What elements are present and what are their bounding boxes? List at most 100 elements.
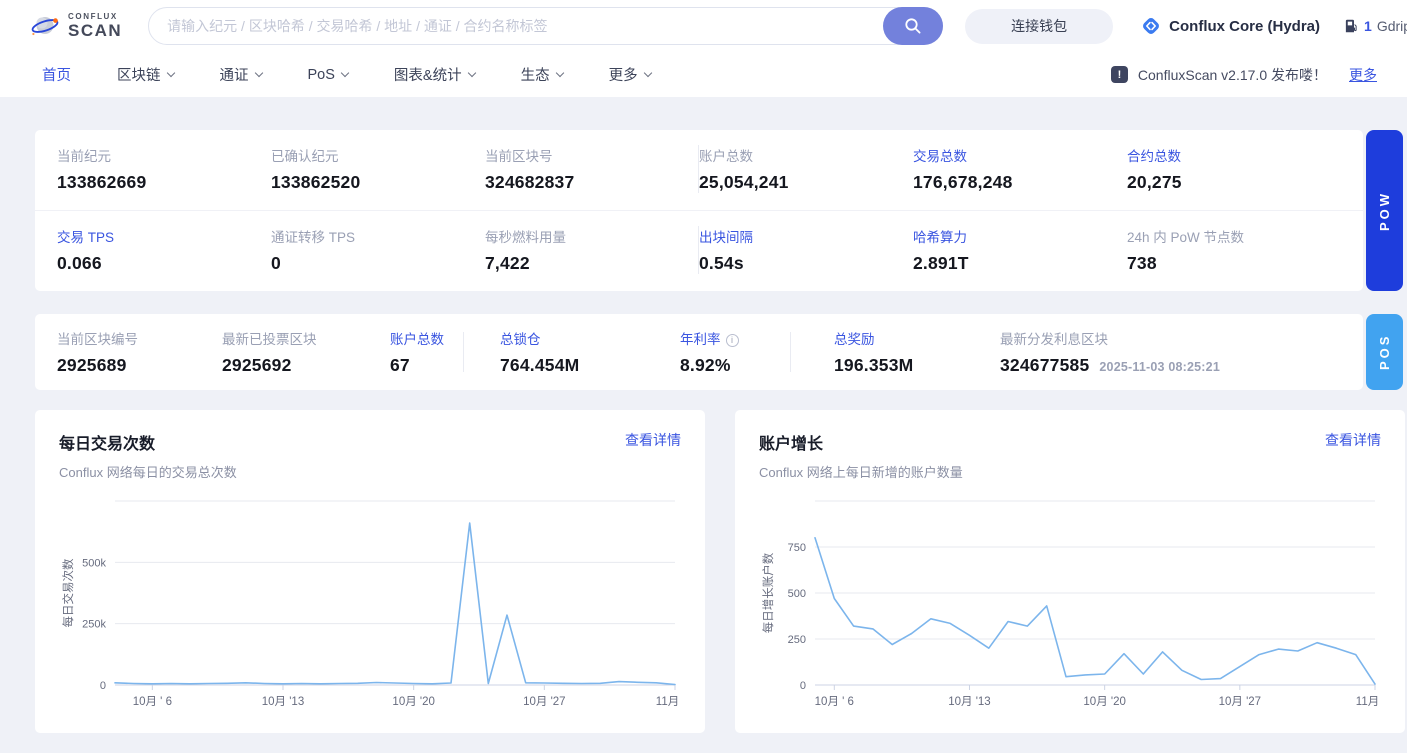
chart-title: 账户增长 — [759, 436, 824, 453]
chart-subtitle: Conflux 网络每日的交易总次数 — [59, 465, 237, 480]
nav-item-more[interactable]: 更多 — [609, 64, 652, 85]
nav-item-tokens[interactable]: 通证 — [220, 64, 263, 85]
gas-pump-icon — [1345, 19, 1357, 33]
svg-text:10月 '20: 10月 '20 — [392, 696, 434, 708]
search-button[interactable] — [883, 7, 944, 45]
pow-panel: 当前纪元 133862669 已确认纪元 133862520 当前区块号 324… — [35, 130, 1403, 291]
announcement: ! ConfluxScan v2.17.0 发布喽！ 更多 — [1110, 65, 1377, 85]
brand-text: CONFLUX SCAN — [68, 12, 123, 40]
nav-item-home[interactable]: 首页 — [42, 64, 71, 85]
chart-header: 每日交易次数 Conflux 网络每日的交易总次数 查看详情 — [59, 430, 681, 481]
view-details-link[interactable]: 查看详情 — [1325, 430, 1381, 450]
svg-text:250: 250 — [788, 634, 806, 646]
stat-current-block-number: 当前区块号 324682837 — [485, 145, 699, 193]
stat-pos-total-rewards: 总奖励 196.353M — [834, 332, 914, 375]
view-details-link[interactable]: 查看详情 — [625, 430, 681, 450]
network-label: Conflux Core (Hydra) — [1169, 17, 1321, 35]
stat-token-transfer-tps: 通证转移 TPS 0 — [271, 230, 356, 273]
announcement-icon: ! — [1110, 66, 1128, 83]
network-selector[interactable]: Conflux Core (Hydra) — [1141, 16, 1320, 36]
chevron-down-icon — [467, 68, 476, 78]
pos-stats-row: 当前区块编号 2925689 最新已投票区块 2925692 账户总数 67 总… — [35, 314, 1363, 390]
header-top: CONFLUX SCAN 连接钱包 Conflux Core (Hydra) — [0, 0, 1407, 52]
stat-gas-per-second: 每秒燃料用量 7,422 — [485, 226, 699, 274]
charts-row: 每日交易次数 Conflux 网络每日的交易总次数 查看详情 0 250k 500k… — [35, 410, 1405, 733]
daily-transactions-chart: 0 250k 500k 每日交易次数 10月 ' 6 10月 '13 10月 '20 10月 … — [59, 495, 694, 738]
stat-pos-last-interest-block: 最新分发利息区块 324677585 2025-11-03 08:25:21 — [1000, 332, 1220, 375]
pos-tab[interactable]: POS — [1366, 314, 1403, 390]
svg-text:每日增长账户数: 每日增长账户数 — [761, 552, 775, 633]
nav-item-pos[interactable]: PoS — [308, 67, 350, 83]
stat-total-accounts: 账户总数 25,054,241 — [699, 149, 789, 192]
confluxscan-logo[interactable]: CONFLUX SCAN — [30, 12, 122, 40]
chart-subtitle: Conflux 网络上每日新增的账户数量 — [759, 465, 963, 480]
announcement-more-link[interactable]: 更多 — [1349, 65, 1377, 85]
divider — [790, 332, 791, 372]
pow-stats-card: 当前纪元 133862669 已确认纪元 133862520 当前区块号 324… — [35, 130, 1363, 291]
last-interest-timestamp: 2025-11-03 08:25:21 — [1099, 360, 1220, 374]
svg-text:0: 0 — [100, 680, 106, 692]
svg-text:每日交易次数: 每日交易次数 — [61, 558, 75, 627]
chart-header: 账户增长 Conflux 网络上每日新增的账户数量 查看详情 — [759, 430, 1381, 481]
search-icon — [905, 18, 921, 34]
stat-tx-tps: 交易 TPS 0.066 — [57, 230, 115, 273]
gas-price[interactable]: 1 Gdrip — [1344, 18, 1407, 34]
pow-stats-row-2: 交易 TPS 0.066 通证转移 TPS 0 每秒燃料用量 7,422 出块间… — [35, 211, 1363, 291]
svg-text:10月 '27: 10月 '27 — [1219, 696, 1261, 708]
stat-total-contracts: 合约总数 20,275 — [1127, 149, 1182, 192]
svg-text:11月 ' 3: 11月 ' 3 — [1356, 696, 1381, 708]
chevron-down-icon — [555, 68, 564, 78]
stat-pos-current-block: 当前区块编号 2925689 — [57, 332, 138, 375]
svg-text:10月 ' 6: 10月 ' 6 — [133, 696, 172, 708]
connect-wallet-button[interactable]: 连接钱包 — [965, 8, 1114, 44]
chart-svg: 0 250 500 750 每日增长账户数 10月 ' 6 10月 '13 10月 '20 10… — [761, 500, 1394, 708]
stat-block-interval: 出块间隔 0.54s — [699, 230, 753, 273]
pow-stats-row-1: 当前纪元 133862669 已确认纪元 133862520 当前区块号 324… — [35, 130, 1363, 211]
stat-pow-nodes-24h: 24h 内 PoW 节点数 738 — [1127, 230, 1245, 273]
stat-pos-latest-voted-block: 最新已投票区块 2925692 — [222, 332, 317, 375]
account-growth-card: 账户增长 Conflux 网络上每日新增的账户数量 查看详情 0 250 500 75… — [735, 410, 1405, 733]
account-growth-chart: 0 250 500 750 每日增长账户数 10月 ' 6 10月 '13 10月 '20 10… — [759, 495, 1394, 738]
stat-pos-total-locked: 总锁仓 764.454M — [500, 332, 580, 375]
svg-text:750: 750 — [788, 542, 806, 554]
network-icon — [1143, 18, 1160, 34]
gas-unit: Gdrip — [1376, 18, 1407, 34]
stat-confirmed-epoch: 已确认纪元 133862520 — [271, 149, 361, 192]
svg-text:10月 '13: 10月 '13 — [948, 696, 990, 708]
svg-text:500k: 500k — [82, 557, 106, 569]
chevron-down-icon — [254, 68, 263, 78]
search-bar — [148, 7, 944, 45]
stat-pos-apy: 年利率 i 8.92% — [680, 328, 790, 376]
svg-text:11月 ' 3: 11月 ' 3 — [656, 696, 681, 708]
svg-text:10月 '20: 10月 '20 — [1083, 696, 1125, 708]
planet-logo-icon — [31, 17, 59, 36]
divider — [463, 332, 464, 372]
nav-item-ecosystem[interactable]: 生态 — [521, 64, 564, 85]
daily-transactions-card: 每日交易次数 Conflux 网络每日的交易总次数 查看详情 0 250k 500k… — [35, 410, 705, 733]
stat-total-transactions: 交易总数 176,678,248 — [913, 149, 1013, 192]
info-icon: i — [725, 333, 739, 347]
header: CONFLUX SCAN 连接钱包 Conflux Core (Hydra) — [0, 0, 1407, 97]
stat-hash-rate: 哈希算力 2.891T — [913, 230, 969, 273]
svg-text:10月 ' 6: 10月 ' 6 — [815, 696, 854, 708]
pow-tab[interactable]: POW — [1366, 130, 1403, 291]
svg-text:10月 '13: 10月 '13 — [262, 696, 304, 708]
chevron-down-icon — [643, 68, 652, 78]
chevron-down-icon — [166, 68, 175, 78]
brand-scan: SCAN — [68, 21, 123, 40]
svg-text:0: 0 — [800, 680, 806, 692]
svg-text:250k: 250k — [82, 619, 106, 631]
nav-bar: 首页 区块链 通证 PoS 图表&统计 生态 更多 ! ConfluxScan … — [0, 52, 1407, 97]
nav-item-blockchain[interactable]: 区块链 — [117, 64, 175, 85]
announcement-text: ConfluxScan v2.17.0 发布喽！ — [1137, 66, 1327, 83]
nav-item-charts-stats[interactable]: 图表&统计 — [394, 64, 476, 85]
chart-title: 每日交易次数 — [59, 436, 156, 453]
page-content: 当前纪元 133862669 已确认纪元 133862520 当前区块号 324… — [0, 130, 1407, 733]
brand-conflux: CONFLUX — [68, 12, 118, 21]
svg-text:500: 500 — [788, 588, 806, 600]
stat-pos-total-accounts: 账户总数 67 — [390, 332, 444, 375]
stat-current-epoch: 当前纪元 133862669 — [57, 149, 147, 192]
gas-value: 1 — [1364, 18, 1372, 34]
search-input[interactable] — [148, 7, 944, 45]
chart-svg: 0 250k 500k 每日交易次数 10月 ' 6 10月 '13 10月 '20 10月 … — [61, 500, 694, 708]
